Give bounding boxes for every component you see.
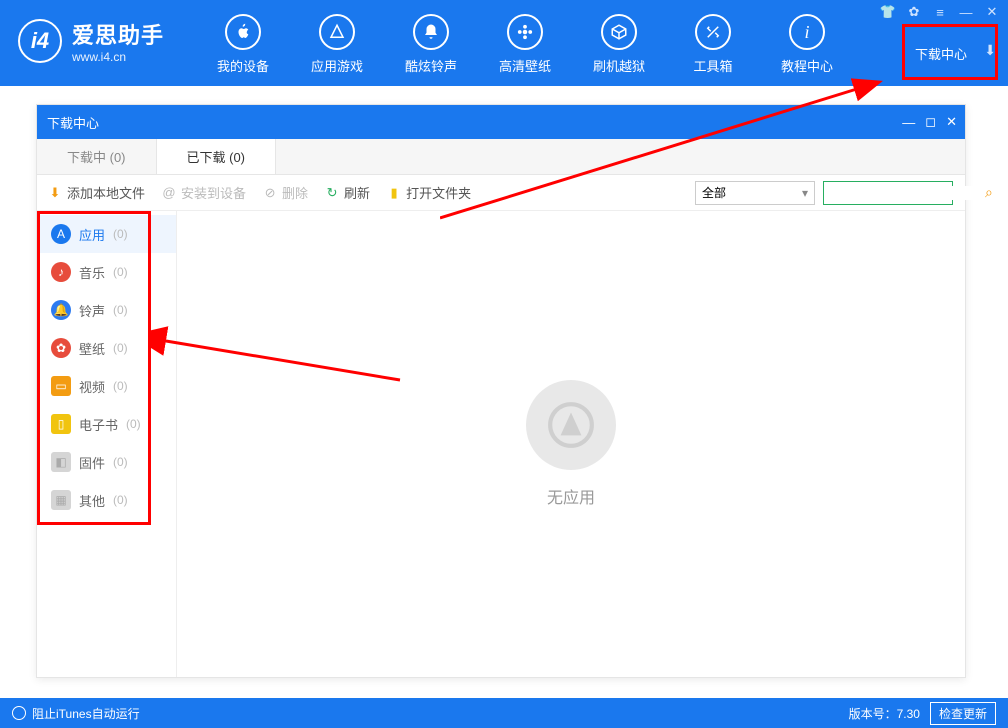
panel-tabs: 下载中 (0) 已下载 (0) <box>37 139 965 175</box>
chevron-down-icon: ▾ <box>802 186 808 200</box>
filter-dropdown[interactable]: 全部 ▾ <box>695 181 815 205</box>
tools-icon <box>695 14 731 50</box>
panel-close[interactable]: ✕ <box>946 114 957 130</box>
check-update-button[interactable]: 检查更新 <box>930 702 996 725</box>
sidebar-item-apps[interactable]: A 应用 (0) <box>37 215 176 253</box>
box-icon <box>601 14 637 50</box>
version-label: 版本号：7.30 <box>849 705 920 722</box>
refresh-button[interactable]: ↻ 刷新 <box>324 183 370 202</box>
delete-button: ⊘ 删除 <box>262 183 308 202</box>
panel-minimize[interactable]: — <box>902 115 915 130</box>
empty-appstore-icon <box>526 380 616 470</box>
sidebar-item-videos[interactable]: ▭ 视频 (0) <box>37 367 176 405</box>
music-icon: ♪ <box>51 262 71 282</box>
download-panel: 下载中心 — ◻ ✕ 下载中 (0) 已下载 (0) ⬇ 添加本地文件 @ 安装… <box>36 104 966 678</box>
video-icon: ▭ <box>51 376 71 396</box>
status-bar: 阻止iTunes自动运行 版本号：7.30 检查更新 <box>0 698 1008 728</box>
sidebar-item-wallpapers[interactable]: ✿ 壁纸 (0) <box>37 329 176 367</box>
download-icon: ⬇ <box>984 42 996 59</box>
empty-text: 无应用 <box>547 484 595 508</box>
search-input[interactable] <box>830 186 985 200</box>
book-icon: ▯ <box>51 414 71 434</box>
logo: i4 爱思助手 www.i4.cn <box>0 0 176 64</box>
nav-toolbox[interactable]: 工具箱 <box>666 8 760 75</box>
open-folder-button[interactable]: ▮ 打开文件夹 <box>386 183 471 202</box>
window-controls: 👕 ✿ ≡ — ✕ <box>878 4 1002 20</box>
nav-my-device[interactable]: 我的设备 <box>196 8 290 75</box>
settings-icon[interactable]: ✿ <box>904 4 924 20</box>
download-center-button[interactable]: 下载中心 <box>902 38 980 68</box>
folder-icon: ▮ <box>386 185 402 201</box>
status-indicator-icon <box>12 706 26 720</box>
close-button[interactable]: ✕ <box>982 4 1002 20</box>
itunes-block-label[interactable]: 阻止iTunes自动运行 <box>32 705 140 722</box>
panel-toolbar: ⬇ 添加本地文件 @ 安装到设备 ⊘ 删除 ↻ 刷新 ▮ 打开文件夹 全部 ▾ … <box>37 175 965 211</box>
sidebar-item-ebooks[interactable]: ▯ 电子书 (0) <box>37 405 176 443</box>
panel-title-text: 下载中心 <box>47 113 99 132</box>
sidebar-item-ringtones[interactable]: 🔔 铃声 (0) <box>37 291 176 329</box>
nav-wallpapers[interactable]: 高清壁纸 <box>478 8 572 75</box>
logo-badge: i4 <box>18 19 62 63</box>
delete-icon: ⊘ <box>262 185 278 201</box>
add-local-file-button[interactable]: ⬇ 添加本地文件 <box>47 183 145 202</box>
refresh-icon: ↻ <box>324 185 340 201</box>
sidebar-item-music[interactable]: ♪ 音乐 (0) <box>37 253 176 291</box>
app-header: i4 爱思助手 www.i4.cn 我的设备 应用游戏 酷炫铃声 高清壁纸 刷机… <box>0 0 1008 86</box>
nav-jailbreak[interactable]: 刷机越狱 <box>572 8 666 75</box>
nav-apps[interactable]: 应用游戏 <box>290 8 384 75</box>
search-box[interactable]: ⌕ <box>823 181 953 205</box>
info-icon: i <box>789 14 825 50</box>
tab-downloaded[interactable]: 已下载 (0) <box>157 139 277 174</box>
logo-subtitle: www.i4.cn <box>72 50 164 64</box>
bell-icon: 🔔 <box>51 300 71 320</box>
panel-titlebar: 下载中心 — ◻ ✕ <box>37 105 965 139</box>
tab-downloading[interactable]: 下载中 (0) <box>37 139 157 174</box>
search-icon: ⌕ <box>985 184 993 201</box>
minimize-button[interactable]: — <box>956 4 976 20</box>
bell-icon <box>413 14 449 50</box>
appstore-icon: A <box>51 224 71 244</box>
install-to-device-button: @ 安装到设备 <box>161 183 246 202</box>
logo-title: 爱思助手 <box>72 18 164 50</box>
flower-icon <box>507 14 543 50</box>
other-icon: ▦ <box>51 490 71 510</box>
sidebar-item-other[interactable]: ▦ 其他 (0) <box>37 481 176 519</box>
main-nav: 我的设备 应用游戏 酷炫铃声 高清壁纸 刷机越狱 工具箱 i 教程中心 <box>196 0 854 75</box>
panel-maximize[interactable]: ◻ <box>925 114 936 130</box>
sidebar-item-firmware[interactable]: ◧ 固件 (0) <box>37 443 176 481</box>
tshirt-icon[interactable]: 👕 <box>878 4 898 20</box>
wallpaper-icon: ✿ <box>51 338 71 358</box>
nav-tutorials[interactable]: i 教程中心 <box>760 8 854 75</box>
appstore-icon <box>319 14 355 50</box>
category-sidebar: A 应用 (0) ♪ 音乐 (0) 🔔 铃声 (0) ✿ 壁纸 (0) ▭ 视 <box>37 211 177 677</box>
nav-ringtones[interactable]: 酷炫铃声 <box>384 8 478 75</box>
at-icon: @ <box>161 185 177 201</box>
menu-icon[interactable]: ≡ <box>930 4 950 20</box>
cube-icon: ◧ <box>51 452 71 472</box>
download-file-icon: ⬇ <box>47 185 63 201</box>
content-area: 无应用 <box>177 211 965 677</box>
apple-icon <box>225 14 261 50</box>
